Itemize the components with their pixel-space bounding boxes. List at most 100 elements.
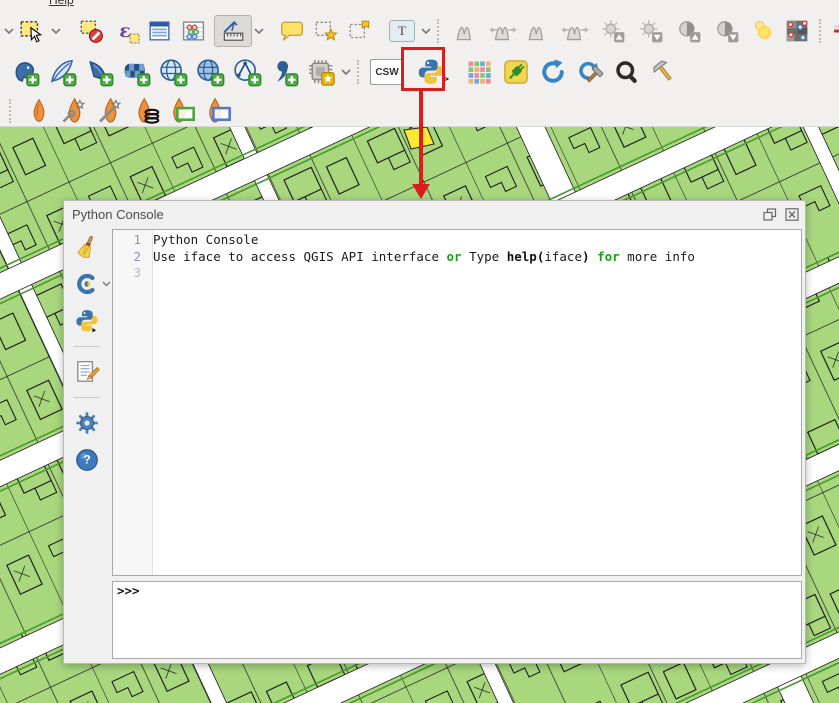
highlight-pinned-labels-button[interactable] xyxy=(746,15,780,47)
select-dropdown-chevron[interactable] xyxy=(49,15,62,47)
console-prompt: >>> xyxy=(117,583,140,598)
open-attribute-table-button[interactable] xyxy=(142,15,176,47)
csw-metasearch-button[interactable]: CSW xyxy=(370,59,404,85)
console-output-area[interactable]: 1Python Console2Use iface to access QGIS… xyxy=(112,229,802,576)
add-oracle-layer-button[interactable] xyxy=(117,56,154,88)
options-button[interactable] xyxy=(72,409,102,437)
flame-wrench-star-icon xyxy=(60,97,88,125)
add-delimited-text-layer-button[interactable] xyxy=(265,56,302,88)
arrow-hammer-icon xyxy=(576,58,604,86)
glow-icon xyxy=(750,18,776,44)
import-class-chevron[interactable] xyxy=(102,281,111,287)
toolbar-separator xyxy=(357,60,366,84)
histogram-icon xyxy=(525,18,553,44)
python-console-titlebar[interactable]: Python Console xyxy=(64,201,805,227)
measure-dropdown-chevron[interactable] xyxy=(252,15,265,47)
flame-icon xyxy=(26,98,52,124)
interpolation-green-extent-button[interactable] xyxy=(164,96,200,126)
float-window-button[interactable] xyxy=(762,207,777,221)
console-code-lines: 1Python Console2Use iface to access QGIS… xyxy=(113,232,801,282)
help-button[interactable]: ? xyxy=(72,446,102,474)
text-annotation-button[interactable]: T xyxy=(385,15,419,47)
upgrade-plugins-button[interactable] xyxy=(571,56,608,88)
select-features-button[interactable] xyxy=(15,15,49,47)
search-plugins-button[interactable] xyxy=(608,56,645,88)
select-rectangle-icon xyxy=(19,18,45,44)
deselect-features-button[interactable] xyxy=(74,15,108,47)
close-icon xyxy=(785,208,799,221)
clear-console-button[interactable] xyxy=(72,233,102,261)
flame-layers-icon xyxy=(132,97,160,125)
show-editor-button[interactable] xyxy=(72,358,102,386)
map-tips-button[interactable] xyxy=(275,15,309,47)
line-number-margin xyxy=(113,230,153,575)
text-annotation-icon: T xyxy=(389,20,415,42)
increase-contrast-button[interactable] xyxy=(670,15,708,47)
speech-bubble-icon xyxy=(279,18,305,44)
new-bookmark-button[interactable] xyxy=(309,15,343,47)
add-spatialite-layer-button[interactable] xyxy=(43,56,80,88)
clipped-icon xyxy=(832,18,839,44)
wms-globe-icon xyxy=(158,57,188,87)
import-class-icon xyxy=(75,272,99,296)
annotation-dropdown-chevron[interactable] xyxy=(419,15,432,47)
help-question-glyph: ? xyxy=(83,453,90,467)
refresh-plugins-button[interactable] xyxy=(534,56,571,88)
python-icon xyxy=(74,308,100,334)
add-wfs-layer-button[interactable] xyxy=(228,56,265,88)
manage-plugins-button[interactable] xyxy=(497,56,534,88)
full-cumulative-stretch-button[interactable] xyxy=(556,15,594,47)
measure-ruler-icon xyxy=(220,18,246,44)
csw-label: CSW xyxy=(375,67,398,78)
console-input-area[interactable]: >>> xyxy=(112,581,802,659)
run-command-button[interactable] xyxy=(72,307,102,335)
local-histogram-stretch-button[interactable] xyxy=(450,15,484,47)
sail-icon xyxy=(84,57,114,87)
script-editor-icon xyxy=(74,359,100,385)
add-postgis-layer-button[interactable] xyxy=(6,56,43,88)
expression-square-icon xyxy=(129,33,140,44)
python-console-sidebar: ? xyxy=(64,227,110,663)
clipped-toolbar-icon[interactable] xyxy=(832,15,839,47)
add-mssql-layer-button[interactable] xyxy=(80,56,117,88)
annotation-red-arrow xyxy=(419,91,423,185)
georeferencer-button[interactable] xyxy=(780,15,814,47)
interpolation-settings-button[interactable] xyxy=(56,96,92,126)
statistical-summary-button[interactable] xyxy=(176,15,210,47)
processing-provider-button[interactable] xyxy=(302,56,339,88)
customize-toolbars-button[interactable] xyxy=(645,56,682,88)
provider-dropdown-chevron[interactable] xyxy=(339,56,352,88)
interpolation-button[interactable] xyxy=(22,96,56,126)
import-class-button[interactable] xyxy=(72,270,102,298)
interpolation-layers-button[interactable] xyxy=(128,96,164,126)
broom-icon xyxy=(74,234,100,260)
abacus-icon xyxy=(181,19,206,44)
qgis-application: Help ε T xyxy=(0,0,839,703)
interpolation-blue-extent-button[interactable] xyxy=(200,96,236,126)
decrease-contrast-button[interactable] xyxy=(708,15,746,47)
toolbar-extension-chevron-icon[interactable] xyxy=(2,15,15,47)
postgis-elephant-icon xyxy=(10,57,40,87)
plugin-icon xyxy=(502,58,530,86)
refresh-arrow-icon xyxy=(539,58,567,86)
toolbar-separator xyxy=(437,19,446,43)
measure-tool-button[interactable] xyxy=(214,15,252,47)
show-bookmarks-button[interactable] xyxy=(343,15,377,47)
python-console-window: Python Console ? 1Python Con xyxy=(63,200,806,664)
metasearch-catalog-button[interactable] xyxy=(460,56,497,88)
text-annotation-glyph: T xyxy=(398,23,406,39)
new-bookmark-icon xyxy=(313,18,339,44)
add-wcs-layer-button[interactable] xyxy=(191,56,228,88)
increase-brightness-button[interactable] xyxy=(594,15,632,47)
add-wms-layer-button[interactable] xyxy=(154,56,191,88)
select-by-expression-button[interactable]: ε xyxy=(108,15,142,47)
local-cumulative-stretch-button[interactable] xyxy=(522,15,556,47)
annotation-red-arrowhead xyxy=(412,184,430,199)
contrast-up-icon xyxy=(676,18,702,44)
decrease-brightness-button[interactable] xyxy=(632,15,670,47)
full-histogram-stretch-button[interactable] xyxy=(484,15,522,47)
close-window-button[interactable] xyxy=(784,207,799,221)
menubar: Help xyxy=(0,0,839,8)
menu-help[interactable]: Help xyxy=(49,0,74,7)
interpolation-wand-button[interactable] xyxy=(92,96,128,126)
